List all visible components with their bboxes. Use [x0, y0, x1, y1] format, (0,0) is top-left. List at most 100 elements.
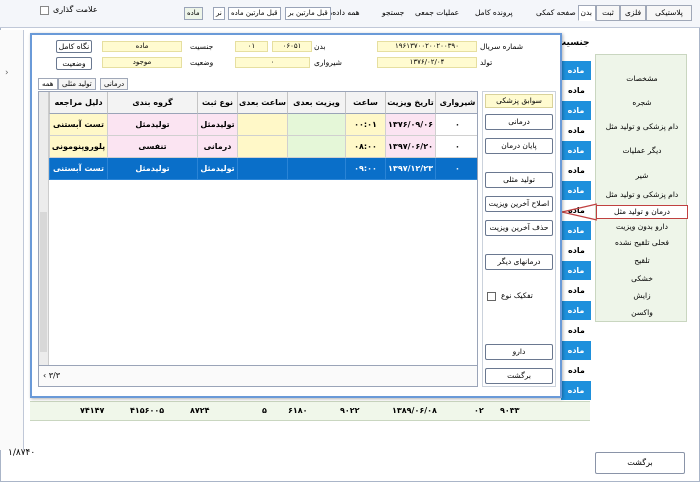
full-view-button[interactable]: نگاه کامل	[56, 40, 92, 53]
action-panel: سوابق پزشکی درمانی پایان درمان تولید مثل…	[482, 91, 556, 387]
menu-batch-operations[interactable]: عملیات جمعی	[415, 8, 459, 17]
table-cell: تولیدمثل	[107, 158, 197, 180]
gender-field: ماده	[102, 41, 182, 52]
menu-full-record[interactable]: پرونده کامل	[475, 8, 513, 17]
total-value: ۶۱۸۰	[288, 406, 308, 415]
body-label: بدن	[314, 42, 326, 51]
top-toolbar: پلاستیکی فلزی ثبت بدن صفحه کمکی پرونده ک…	[0, 0, 700, 28]
menu-helper-page[interactable]: صفحه کمکی	[536, 8, 576, 17]
sidebar-item[interactable]: زایش	[596, 290, 688, 302]
chevron-left-icon[interactable]: ‹	[43, 371, 46, 380]
sidebar-item[interactable]: تلقیح	[596, 255, 688, 267]
chip-male[interactable]: نر	[213, 7, 225, 20]
total-value: ۰۲	[474, 406, 484, 415]
sidebar-item[interactable]: شجره	[596, 97, 688, 109]
visits-table: شیرواری تاریخ ویزیت ساعت ویزیت بعدی ساعت بعد…	[38, 91, 478, 387]
table-cell: ۰۰:۰۱	[345, 114, 385, 136]
table-cell: تنفسی	[107, 136, 197, 158]
status-field: موجود	[102, 57, 182, 68]
column-header[interactable]: نوع ثبت	[197, 92, 237, 114]
table-cell	[287, 158, 345, 180]
table-footer: ‹ ۳/۳	[39, 365, 477, 386]
tab-register[interactable]: ثبت	[596, 5, 620, 21]
sidebar-item[interactable]: درمان و تولید مثل	[596, 205, 688, 219]
chip-martin-male[interactable]: قبل مارتین بر	[285, 7, 331, 20]
edit-last-visit-button[interactable]: اصلاح آخرین ویزیت	[485, 196, 553, 212]
gender-cell: ماده	[561, 61, 591, 81]
tab-plastic[interactable]: پلاستیکی	[646, 5, 692, 21]
bookmark-checkbox[interactable]	[40, 6, 49, 15]
total-value: ۷۴۱۴۷	[80, 406, 105, 415]
menu-search[interactable]: جستجو	[382, 8, 404, 17]
table-row[interactable]: ۰ ۱۳۹۷/۱۲/۲۳ ۰۹:۰۰ تولیدمثل تولیدمثل تست آبست…	[49, 158, 477, 180]
table-cell: ۱۳۹۷/۱۲/۲۳	[385, 158, 435, 180]
reproduction-button[interactable]: تولید مثلی	[485, 172, 553, 188]
column-header[interactable]: گروه بندی	[107, 92, 197, 114]
sidebar-item[interactable]: مشخصات	[596, 73, 688, 85]
table-scrollbar[interactable]	[39, 92, 49, 386]
table-cell: تست آبستنی	[49, 158, 107, 180]
gender-cell: ماده	[568, 86, 585, 95]
table-row[interactable]: ۰ ۱۳۹۷/۰۶/۲۰ ۰۸:۰۰ درمانی تنفسی پلوروپنومونی	[49, 136, 477, 158]
chip-martin-female[interactable]: قبل مارتین ماده	[228, 7, 281, 20]
sidebar-item[interactable]: دام پزشکی و تولید مثل	[596, 121, 688, 133]
table-cell: پلوروپنومونی	[49, 136, 107, 158]
table-cell: درمانی	[197, 136, 237, 158]
total-value: ۴۱۵۶۰۰۵	[130, 406, 165, 415]
chevron-left-icon[interactable]: ‹	[5, 68, 9, 78]
sidebar-item[interactable]: واکسن	[596, 307, 688, 319]
visit-history-dialog: شماره سریال ۱۹۶۱۳۷۰۰۲۰۰۲۰۰۳۹۰ بدن ۰۶۰۵۱ …	[30, 33, 562, 398]
chip-female[interactable]: ماده	[184, 7, 203, 20]
tab-treatment[interactable]: درمانی	[100, 78, 129, 90]
sidebar-item[interactable]: شیر	[596, 170, 688, 182]
total-value: ۵	[262, 406, 267, 415]
sidebar-item[interactable]: دیگر عملیات	[596, 145, 688, 157]
sidebar-item[interactable]: خشکی	[596, 273, 688, 285]
table-row[interactable]: ۰ ۱۳۷۶/۰۹/۰۶ ۰۰:۰۱ تولیدمثل تولیدمثل تست آبست…	[49, 114, 477, 136]
gender-cell: ماده	[568, 166, 585, 175]
column-header[interactable]: دلیل مراجعه	[49, 92, 107, 114]
menu-all-data[interactable]: همه داده‌ها	[326, 8, 360, 17]
gender-cell: ماده	[561, 221, 591, 241]
birth-label: تولد	[480, 58, 493, 67]
status-button[interactable]: وضعیت	[56, 57, 92, 70]
tab-body[interactable]: بدن	[578, 5, 596, 21]
sidebar-item[interactable]: فحلی تلقیح نشده	[596, 237, 688, 249]
sidebar-item[interactable]: دارو بدون ویزیت	[596, 221, 688, 233]
gender-cell: ماده	[568, 126, 585, 135]
gender-cell: ماده	[568, 286, 585, 295]
gender-cell: ماده	[568, 246, 585, 255]
treatment-button[interactable]: درمانی	[485, 114, 553, 130]
gender-cell: ماده	[561, 381, 591, 401]
dialog-back-button[interactable]: برگشت	[485, 368, 553, 384]
gender-cell: ماده	[561, 261, 591, 281]
tab-metal[interactable]: فلزی	[620, 5, 646, 21]
column-header[interactable]: ساعت	[345, 92, 385, 114]
split-type-label: تفکیک نوع	[501, 291, 533, 300]
gender-cell: ماده	[561, 141, 591, 161]
column-header[interactable]: ساعت بعدی	[237, 92, 287, 114]
table-cell: تولیدمثل	[197, 114, 237, 136]
column-header[interactable]: ویزیت بعدی	[287, 92, 345, 114]
other-treatments-button[interactable]: درمانهای دیگر	[485, 254, 553, 270]
table-cell	[237, 158, 287, 180]
total-value: ۹۰۳۳	[500, 406, 520, 415]
column-header[interactable]: شیرواری	[435, 92, 477, 114]
tab-reproductive[interactable]: تولید مثلی	[58, 78, 96, 90]
table-cell: ۰	[435, 136, 477, 158]
status-label: وضعیت	[190, 58, 214, 67]
delete-last-visit-button[interactable]: حذف آخرین ویزیت	[485, 220, 553, 236]
sidebar-item[interactable]: دام پزشکی و تولید مثل	[596, 189, 688, 201]
lactation-field: ۰	[235, 57, 310, 68]
tab-all[interactable]: همه	[38, 78, 58, 90]
back-button[interactable]: برگشت	[595, 452, 685, 474]
end-treatment-button[interactable]: پایان درمان	[485, 138, 553, 154]
split-type-checkbox[interactable]	[487, 292, 496, 301]
column-header[interactable]: تاریخ ویزیت	[385, 92, 435, 114]
gender-cell: ماده	[568, 326, 585, 335]
drug-button[interactable]: دارو	[485, 344, 553, 360]
scrollbar-thumb[interactable]	[40, 212, 47, 352]
gender-cell: ماده	[568, 366, 585, 375]
table-cell: ۰۸:۰۰	[345, 136, 385, 158]
serial-label: شماره سریال	[480, 42, 524, 51]
